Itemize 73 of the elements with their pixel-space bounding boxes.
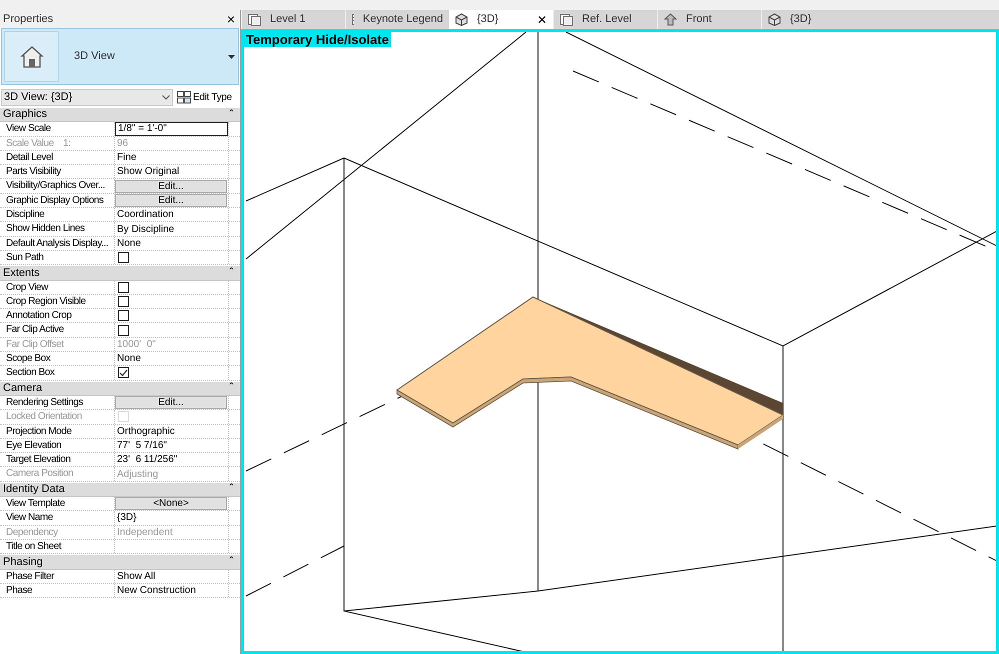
property-label: Scope Box [0, 352, 115, 366]
close-tab-button[interactable]: ✕ [537, 14, 547, 26]
property-label: Parts Visibility [0, 165, 115, 178]
value-field[interactable]: 1/8" = 1'-0" [115, 122, 228, 136]
view-dropdown[interactable]: 3D View: {3D} [1, 88, 173, 106]
property-label: Dependency [0, 526, 115, 539]
checkbox[interactable] [118, 324, 129, 336]
mode-banner: Temporary Hide/Isolate [244, 32, 391, 47]
property-value: Independent [116, 526, 173, 540]
house-icon [18, 44, 44, 70]
edit-button[interactable]: <None> [115, 497, 227, 510]
edit-button[interactable]: Edit... [115, 194, 227, 207]
panel-title: Properties [3, 12, 54, 27]
property-value: Coordination [116, 208, 174, 222]
edit-type-button[interactable]: Edit Type [176, 88, 233, 106]
checkbox[interactable] [118, 367, 129, 378]
property-label: Phase Filter [0, 570, 115, 583]
sheet-icon [248, 14, 261, 26]
property-label: Sun Path [0, 250, 115, 264]
edit-button[interactable]: Edit... [115, 180, 227, 193]
property-label: Eye Elevation [0, 438, 115, 452]
section-header[interactable]: Camera ˆ [0, 382, 240, 396]
close-button[interactable]: × [224, 12, 237, 26]
property-value: Fine [116, 151, 136, 166]
property-value: None [116, 236, 141, 251]
chevron-down-icon [162, 94, 170, 100]
property-value: 96 [116, 136, 128, 151]
property-label: Annotation Crop [0, 309, 115, 322]
property-label: Default Analysis Display... [0, 236, 115, 250]
property-value: Show Original [116, 165, 180, 180]
property-label: Section Box [0, 366, 115, 380]
property-value: Adjusting [116, 468, 158, 482]
property-label: Projection Mode [0, 424, 115, 438]
property-value: None [116, 352, 141, 366]
property-value: 1000' 0" [116, 338, 156, 352]
property-value: Orthographic [116, 424, 175, 439]
property-label: Phase [0, 584, 115, 598]
cube-house-icon [768, 13, 781, 26]
section-header[interactable]: Phasing ˆ [0, 555, 240, 570]
checkbox[interactable] [118, 282, 129, 293]
property-label: Title on Sheet [0, 540, 115, 554]
property-label: Crop Region Visible [0, 294, 115, 308]
section-header[interactable]: Graphics ˆ [0, 108, 240, 122]
property-label: Target Elevation [0, 453, 115, 466]
view-tab[interactable]: {3D} ✕ [449, 10, 553, 29]
property-label: Detail Level [0, 150, 115, 164]
section-header[interactable]: Identity Data ˆ [0, 482, 240, 498]
property-value: Show All [116, 570, 156, 584]
checkbox[interactable] [118, 296, 129, 307]
property-value: By Discipline [116, 222, 174, 237]
property-label: View Scale [0, 122, 115, 136]
grid-icon [177, 90, 191, 104]
checkbox[interactable] [118, 252, 129, 264]
property-label: Camera Position [0, 467, 115, 481]
property-label: Far Clip Offset [0, 338, 115, 352]
checkbox[interactable] [118, 310, 129, 322]
property-label: Far Clip Active [0, 323, 115, 337]
section-header[interactable]: Extents ˆ [0, 266, 240, 281]
property-label: Crop View [0, 280, 115, 294]
property-value: {3D} [116, 511, 136, 526]
property-label: Show Hidden Lines [0, 222, 115, 236]
sheet-icon [560, 14, 573, 26]
property-value: New Construction [116, 584, 196, 598]
property-label: Locked Orientation [0, 410, 115, 424]
property-value: 77' 5 7/16" [116, 438, 167, 453]
property-label: Scale Value 1: [0, 136, 115, 150]
cube-house-icon [455, 13, 468, 26]
type-selector[interactable]: 3D View [1, 28, 239, 85]
property-value: 23' 6 11/256" [116, 453, 178, 468]
edit-button[interactable]: Edit... [115, 396, 227, 410]
property-label: Discipline [0, 208, 115, 222]
property-label: View Name [0, 511, 115, 525]
dropdown-arrow-icon [228, 54, 235, 58]
